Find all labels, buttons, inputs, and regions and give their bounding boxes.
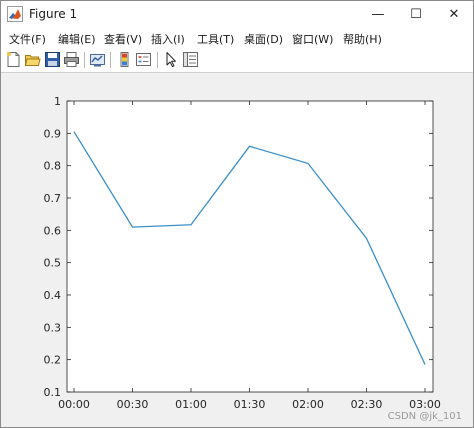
menu-help[interactable]: 帮助(H): [343, 31, 382, 47]
maximize-button[interactable]: ☐: [397, 1, 435, 28]
y-tick-label: 0.5: [44, 257, 62, 270]
close-icon: ✕: [448, 7, 460, 22]
window-title: Figure 1: [29, 7, 78, 21]
maximize-icon: ☐: [410, 7, 422, 22]
property-inspector-icon[interactable]: [182, 51, 199, 68]
y-tick-label: 1: [54, 95, 61, 108]
open-file-icon[interactable]: [24, 51, 41, 68]
y-tick-label: 0.7: [44, 192, 62, 205]
y-tick-label: 0.3: [44, 321, 62, 334]
title-bar[interactable]: Figure 1 — ☐ ✕: [1, 1, 473, 28]
x-tick-label: 03:00: [409, 398, 441, 411]
link-plot-icon[interactable]: [89, 51, 106, 68]
print-icon[interactable]: [63, 51, 80, 68]
x-tick-label: 02:00: [292, 398, 324, 411]
menu-window[interactable]: 窗口(W): [292, 31, 333, 47]
toolbar-separator: [157, 52, 158, 68]
x-tick-label: 00:00: [58, 398, 90, 411]
line-chart: 0.10.20.30.40.50.60.70.80.9100:00 00:30 01…: [44, 95, 463, 422]
menu-insert[interactable]: 插入(I): [151, 31, 185, 47]
toolbar-separator: [84, 52, 85, 68]
close-button[interactable]: ✕: [435, 1, 473, 28]
menu-file[interactable]: 文件(F): [9, 31, 46, 47]
edit-plot-pointer-icon[interactable]: [163, 51, 180, 68]
y-tick-label: 0.2: [44, 354, 62, 367]
save-icon[interactable]: [44, 51, 61, 68]
plot-background: [66, 100, 434, 393]
menu-view[interactable]: 查看(V): [104, 31, 142, 47]
menu-edit[interactable]: 编辑(E): [58, 31, 96, 47]
insert-colorbar-icon[interactable]: [116, 51, 133, 68]
minimize-button[interactable]: —: [359, 1, 397, 28]
x-tick-label: 01:30: [234, 398, 266, 411]
y-tick-label: 0.4: [44, 289, 62, 302]
menu-desktop[interactable]: 桌面(D): [244, 31, 283, 47]
new-figure-icon[interactable]: [5, 51, 22, 68]
toolbar-separator: [110, 52, 111, 68]
minimize-icon: —: [371, 7, 385, 22]
x-tick-label: 00:30: [117, 398, 149, 411]
figure-window: Figure 1 — ☐ ✕ 文件(F) 编辑(E) 查看(V) 插入(I) 工…: [0, 0, 474, 428]
toolbar: [1, 48, 473, 73]
y-tick-label: 0.9: [44, 127, 62, 140]
x-tick-label: 01:00: [175, 398, 207, 411]
watermark-text: CSDN @jk_101: [388, 411, 462, 422]
insert-legend-icon[interactable]: [135, 51, 152, 68]
y-tick-label: 0.8: [44, 160, 62, 173]
menu-tools[interactable]: 工具(T): [197, 31, 234, 47]
figure-canvas[interactable]: 0.1 0.2 0.3 0.4 0.5 0.6 0.7 0.8 0.9 1 00:00 00:30 01…: [1, 73, 473, 427]
menu-bar: 文件(F) 编辑(E) 查看(V) 插入(I) 工具(T) 桌面(D) 窗口(W…: [1, 28, 473, 48]
x-tick-label: 02:30: [351, 398, 383, 411]
matlab-logo-icon: [7, 6, 23, 22]
y-tick-label: 0.6: [44, 224, 62, 237]
